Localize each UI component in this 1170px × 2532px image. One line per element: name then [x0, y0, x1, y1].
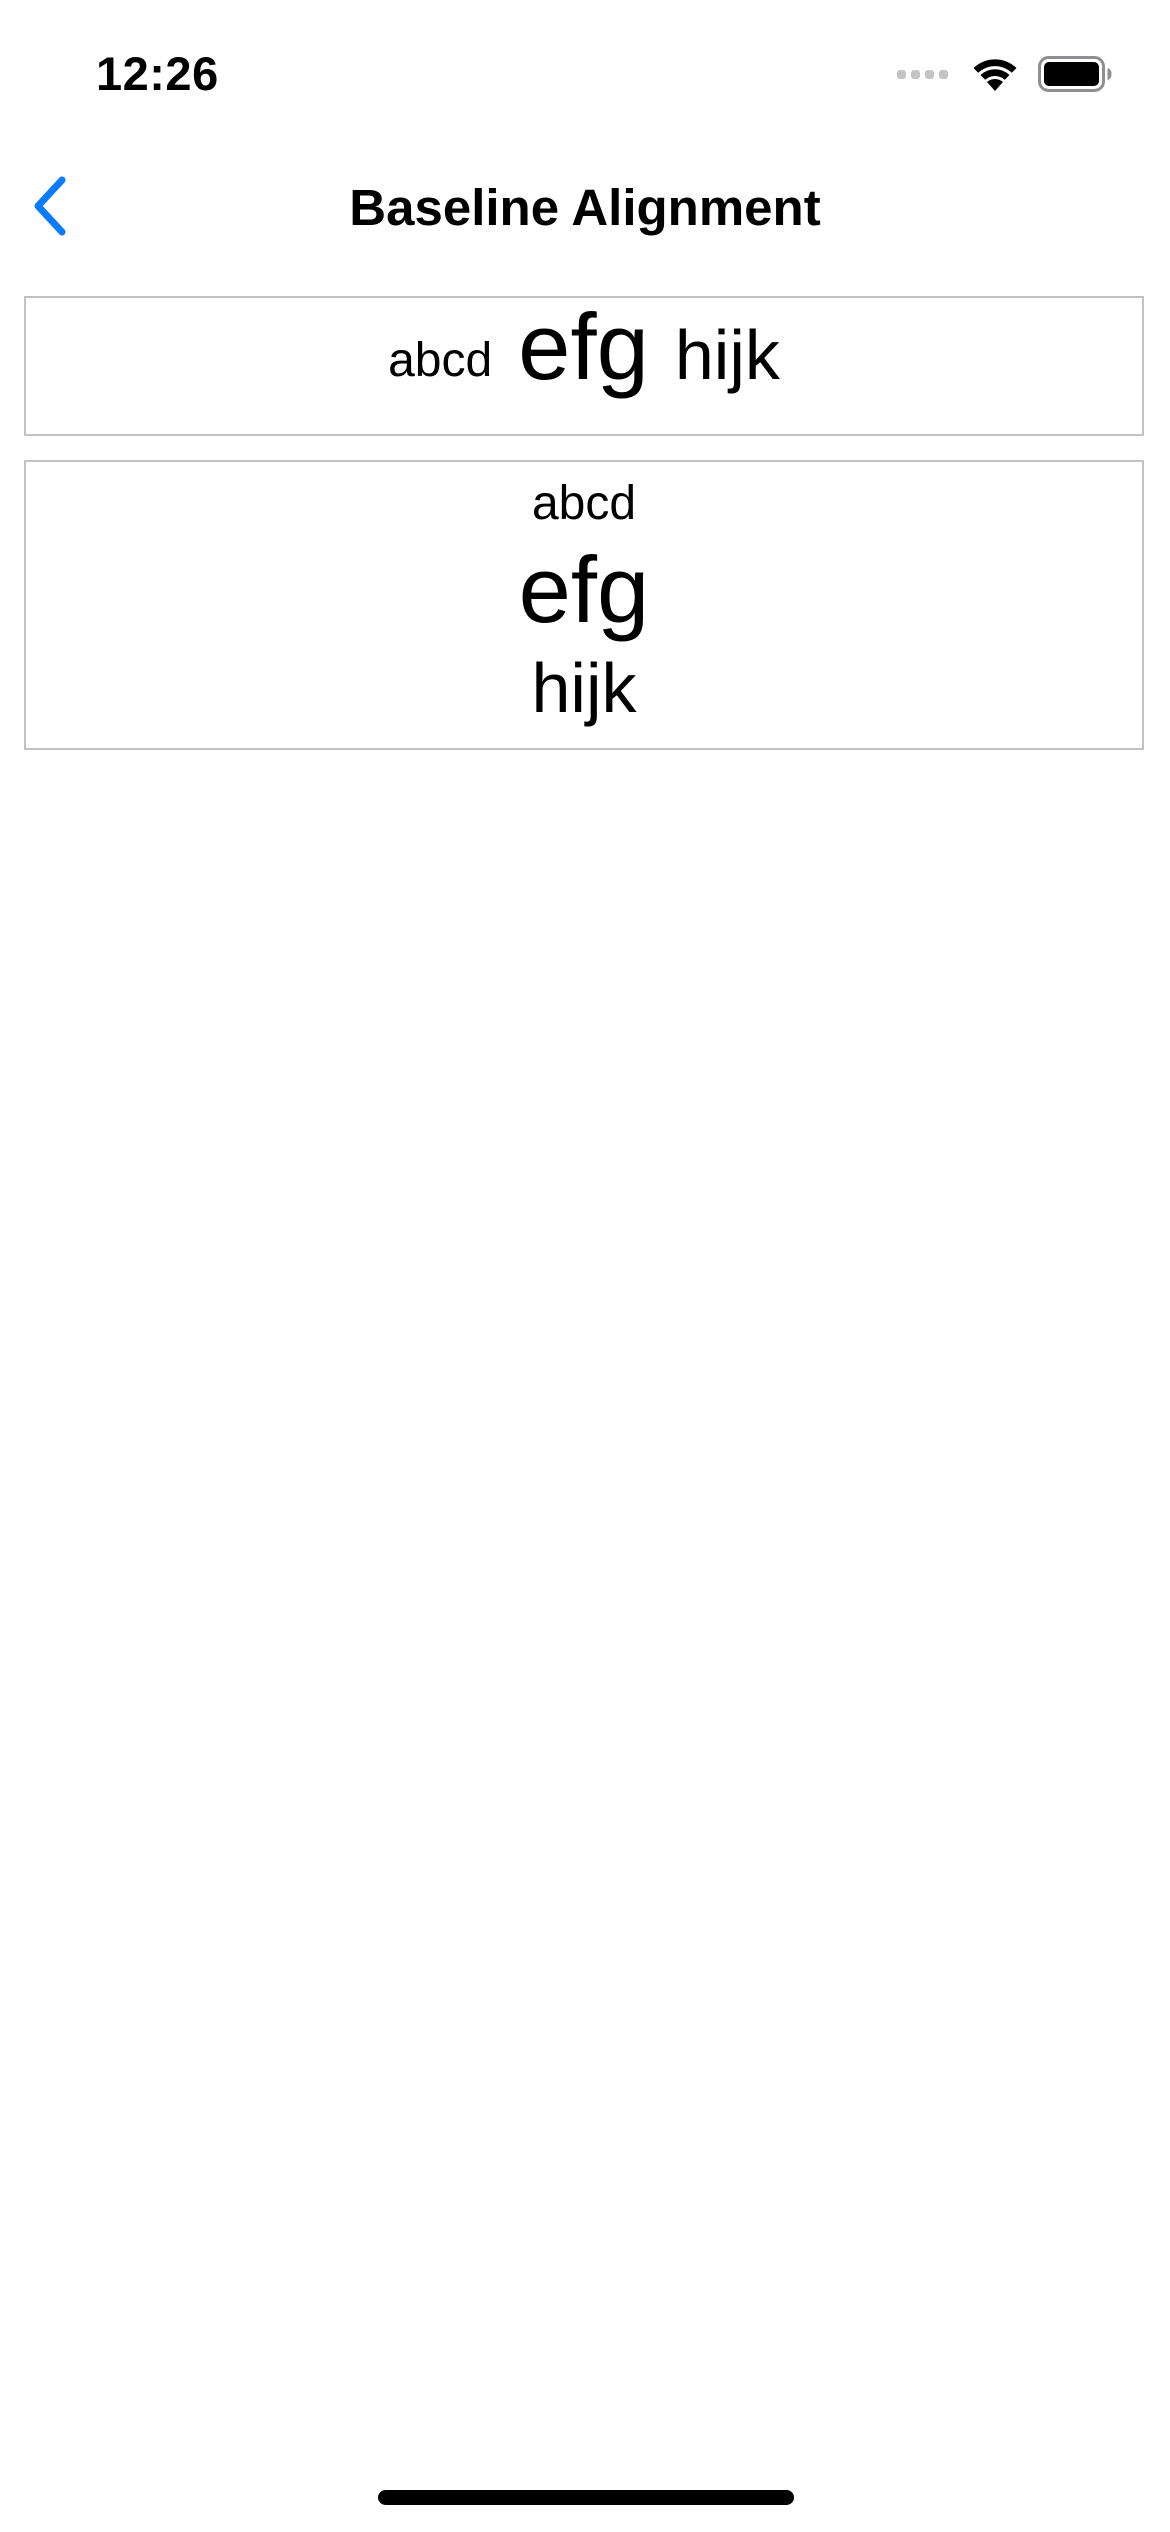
large-label: efg — [518, 537, 650, 642]
status-icons — [897, 52, 1114, 96]
status-bar: 12:26 — [0, 0, 1170, 140]
vertical-stack-box: abcd efg hijk — [24, 460, 1144, 750]
status-time: 12:26 — [96, 47, 219, 100]
wifi-icon — [973, 59, 1017, 91]
battery-icon — [1038, 56, 1112, 92]
large-label: efg — [518, 294, 649, 399]
horizontal-baseline-box: abcd efg hijk — [24, 296, 1144, 436]
horizontal-text-row: abcd efg hijk — [26, 300, 1142, 394]
navigation-bar: Baseline Alignment — [0, 140, 1170, 272]
medium-label: hijk — [674, 316, 780, 394]
back-button[interactable] — [14, 168, 86, 244]
page-title: Baseline Alignment — [349, 179, 821, 236]
cellular-signal-icon — [897, 69, 948, 79]
home-indicator[interactable] — [378, 2490, 794, 2505]
medium-label: hijk — [531, 649, 637, 727]
chevron-left-icon — [34, 176, 66, 236]
vertical-text-stack: abcd efg hijk — [26, 470, 1142, 734]
small-label: abcd — [388, 334, 493, 387]
small-label: abcd — [531, 477, 637, 530]
